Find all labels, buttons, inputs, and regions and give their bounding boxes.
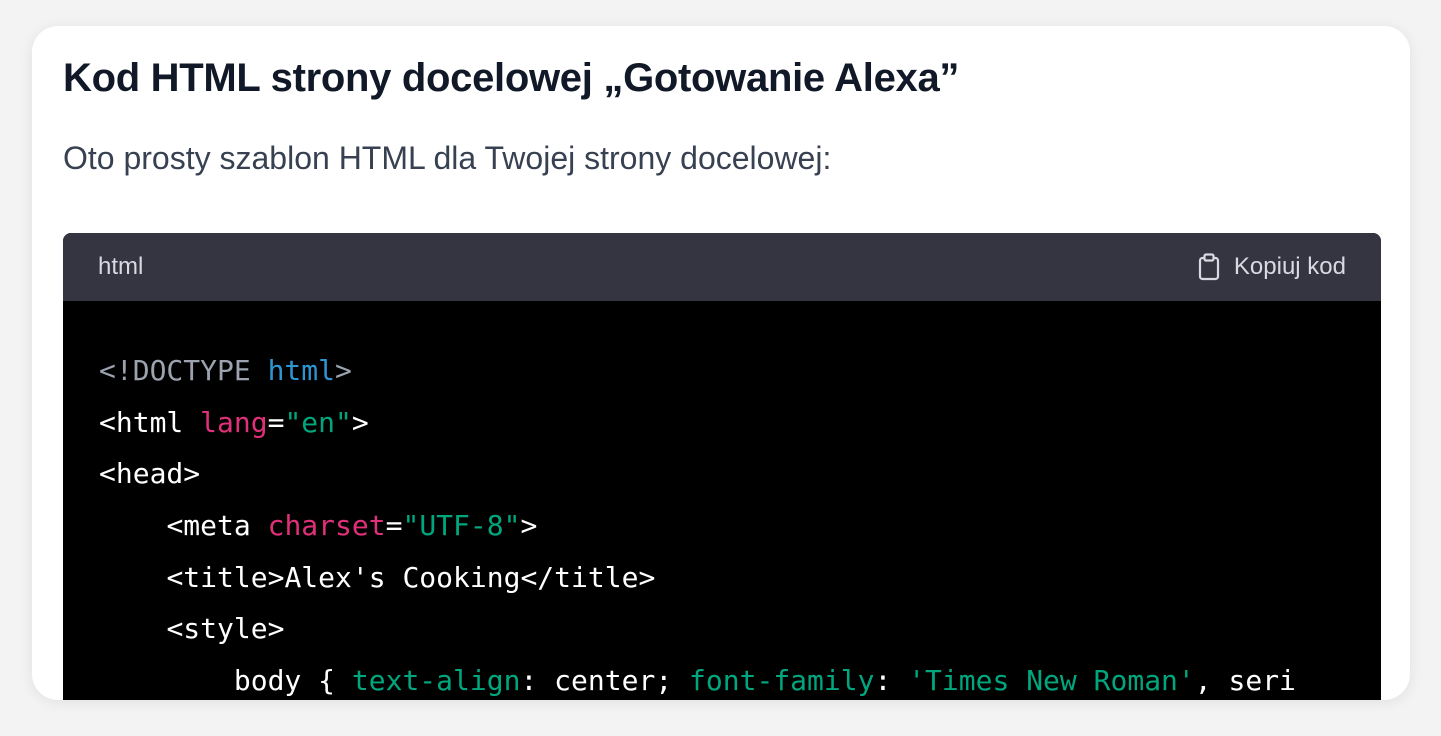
code-token: charset: [267, 509, 386, 543]
code-token: text-align: [351, 664, 521, 698]
code-block-header: html Kopiuj kod: [63, 233, 1381, 301]
code-token: >: [335, 354, 352, 387]
code-token: font-family: [689, 664, 875, 698]
code-token: <head>: [99, 457, 201, 491]
code-token: <style>: [166, 612, 285, 646]
code-token: :: [874, 664, 909, 698]
intro-text: Oto prosty szablon HTML dla Twojej stron…: [63, 140, 832, 176]
code-token: =: [267, 405, 285, 439]
code-token: 'Times New Roman': [908, 664, 1195, 698]
code-token: <title>Alex's Cooking</title>: [166, 560, 656, 594]
code-line: <style>: [99, 603, 1381, 655]
code-line: body { text-align: center; font-family: …: [99, 655, 1381, 700]
code-token: >: [520, 509, 538, 543]
code-token: html: [267, 354, 336, 387]
code-token: <meta: [166, 509, 268, 543]
message-card: Kod HTML strony docelowej „Gotowanie Ale…: [32, 26, 1410, 700]
code-token: <!DOCTYPE: [99, 354, 268, 387]
code-block: html Kopiuj kod <!DOCTYPE html> <html lan…: [63, 233, 1381, 700]
copy-code-label: Kopiuj kod: [1233, 253, 1346, 280]
code-token: =: [385, 509, 403, 543]
code-line: <meta charset="UTF-8">: [99, 500, 1381, 552]
code-token: lang: [200, 405, 268, 439]
clipboard-icon: [1198, 253, 1220, 281]
code-content: <!DOCTYPE html> <html lang="en"> <head> <m…: [63, 301, 1381, 700]
page-title: Kod HTML strony docelowej „Gotowanie Ale…: [63, 56, 960, 100]
code-line: <!DOCTYPE html>: [99, 345, 1381, 397]
code-token: body {: [233, 664, 352, 698]
copy-code-button[interactable]: Kopiuj kod: [1198, 253, 1346, 281]
code-line: <head>: [99, 448, 1381, 500]
code-line: <html lang="en">: [99, 397, 1381, 449]
code-token: "UTF-8": [402, 509, 521, 543]
code-token: , seri: [1194, 664, 1296, 698]
code-token: : center;: [520, 664, 690, 698]
code-language-label: html: [98, 253, 144, 280]
code-line: <title>Alex's Cooking</title>: [99, 552, 1381, 604]
code-token: "en": [284, 405, 352, 439]
code-token: >: [351, 405, 369, 439]
code-token: <html: [99, 405, 201, 439]
